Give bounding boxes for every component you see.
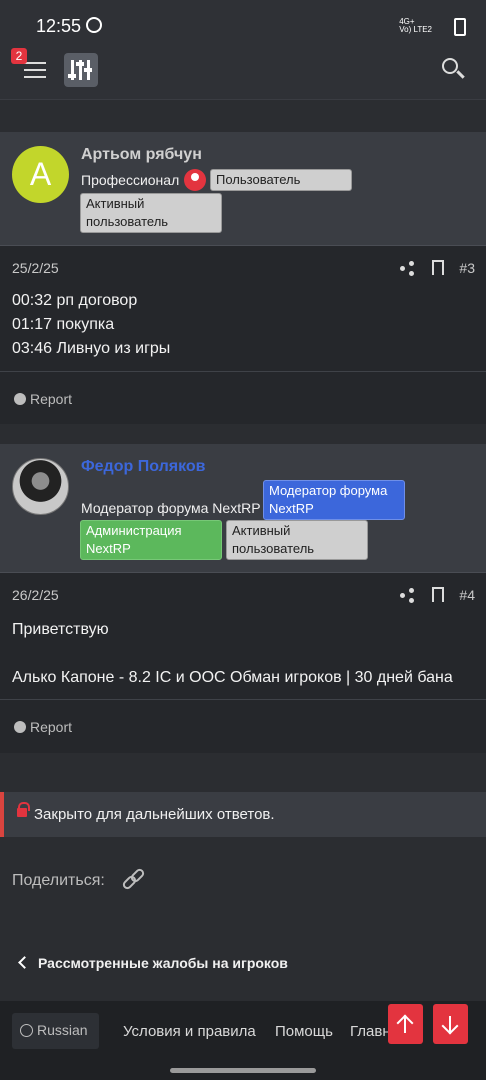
username[interactable]: Артьом рябчун [81, 146, 202, 164]
whatsapp-icon [86, 17, 102, 33]
scroll-up-button[interactable] [388, 1004, 423, 1044]
report-icon [14, 721, 26, 733]
user-title: Профессионал [81, 172, 180, 188]
footer-link-home[interactable]: Главн [350, 1023, 391, 1040]
post-date[interactable]: 26/2/25 [12, 587, 59, 603]
bookmark-icon[interactable] [432, 260, 444, 275]
link-icon[interactable] [121, 867, 148, 894]
notification-badge: 2 [11, 48, 27, 64]
post-body: Приветствую Алько Капоне - 8.2 IC и OOC … [12, 621, 453, 686]
user-tag: Пользователь [210, 169, 352, 191]
language-selector[interactable]: Russian [12, 1013, 99, 1049]
globe-icon [20, 1024, 33, 1037]
post-meta: 25/2/25 #3 [0, 246, 486, 290]
search-icon[interactable] [442, 58, 466, 82]
scroll-down-button[interactable] [433, 1004, 468, 1044]
post-3: A Артьом рябчун Профессионал Пользовател… [0, 132, 486, 424]
status-time: 12:55 [36, 16, 82, 36]
lock-icon [17, 802, 30, 817]
user-tag: Активный пользователь [80, 193, 222, 233]
post-author-block: A Артьом рябчун Профессионал Пользовател… [0, 132, 486, 246]
post-date[interactable]: 25/2/25 [12, 260, 59, 276]
divider [0, 371, 486, 372]
footer-link-help[interactable]: Помощь [275, 1023, 333, 1040]
report-icon [14, 393, 26, 405]
avatar[interactable] [12, 458, 69, 515]
share-icon[interactable] [400, 261, 414, 276]
footer-link-terms[interactable]: Условия и правила [123, 1023, 256, 1040]
report-link[interactable]: Report [14, 391, 72, 407]
menu-button[interactable] [24, 62, 46, 80]
post-body: 00:32 рп договор 01:17 покупка 03:46 Лив… [12, 292, 171, 357]
filter-button[interactable] [64, 53, 98, 87]
user-tag: Модератор форума NextRP [263, 480, 405, 520]
username[interactable]: Федор Поляков [81, 458, 205, 476]
breadcrumb-back-link[interactable]: Рассмотренные жалобы на игроков [18, 955, 288, 971]
user-tag: Активный пользователь [226, 520, 368, 560]
status-bar: 12:55 4G+ Vo) LTE2 [0, 0, 486, 42]
post-number[interactable]: #4 [459, 587, 475, 603]
network-indicator: 4G+ Vo) LTE2 [399, 17, 432, 34]
avatar[interactable]: A [12, 146, 69, 203]
chevron-left-icon [18, 956, 31, 969]
thread-closed-notice: Закрыто для дальнейших ответов. [0, 792, 486, 837]
battery-icon [454, 18, 466, 36]
user-tag: Администрация NextRP [80, 520, 222, 560]
post-4: Федор Поляков Модератор форума NextRP Мо… [0, 444, 486, 753]
report-link[interactable]: Report [14, 719, 72, 735]
post-author-block: Федор Поляков Модератор форума NextRP Мо… [0, 444, 486, 573]
top-bar: 2 [0, 42, 486, 100]
user-title: Модератор форума NextRP [81, 500, 261, 516]
post-meta: 26/2/25 #4 [0, 573, 486, 617]
home-indicator[interactable] [170, 1068, 316, 1073]
share-icon[interactable] [400, 588, 414, 603]
user-badge-icon [184, 169, 206, 191]
share-label: Поделиться: [12, 872, 105, 889]
post-number[interactable]: #3 [459, 260, 475, 276]
bookmark-icon[interactable] [432, 587, 444, 602]
divider [0, 699, 486, 700]
